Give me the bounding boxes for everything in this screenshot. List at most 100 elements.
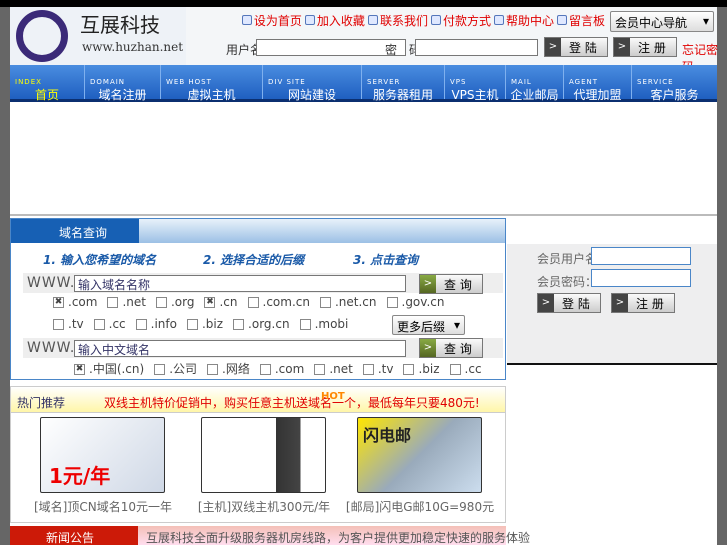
- step-1: 1. 输入您希望的域名: [43, 253, 157, 267]
- login-button[interactable]: > 登 陆: [544, 37, 608, 57]
- nav-service[interactable]: SERVICE 客户服务: [632, 65, 717, 102]
- tld-label: .org.cn: [248, 317, 290, 331]
- arrow-icon: >: [545, 38, 561, 56]
- checkbox[interactable]: [107, 297, 119, 308]
- payment-icon: [430, 15, 441, 25]
- top-link[interactable]: 加入收藏: [304, 12, 365, 29]
- cn-domain-input[interactable]: 输入中文域名: [74, 340, 406, 357]
- checkbox[interactable]: [135, 319, 147, 330]
- contact-icon: [367, 15, 378, 25]
- member-register-button[interactable]: > 注 册: [611, 293, 675, 313]
- promo-image-domain[interactable]: 1元/年: [40, 417, 165, 493]
- checkbox[interactable]: [259, 363, 271, 375]
- member-user-label: 会员用户名: [537, 252, 598, 266]
- checkbox[interactable]: [93, 319, 105, 330]
- checkbox[interactable]: [319, 297, 331, 308]
- promo-image-host[interactable]: [201, 417, 326, 493]
- checkbox[interactable]: [207, 364, 219, 375]
- promo-caption[interactable]: [域名]顶CN域名10元一年: [28, 498, 178, 515]
- main-nav: INDEX 首页 DOMAIN 域名注册 WEB HOST 虚拟主机 DIV SITE…: [10, 65, 717, 102]
- member-pass-input[interactable]: [591, 269, 691, 287]
- tld-checkbox[interactable]: .biz: [186, 317, 229, 331]
- password-input[interactable]: [415, 39, 538, 56]
- checkbox[interactable]: [247, 297, 259, 308]
- checkbox[interactable]: [233, 319, 245, 330]
- arrow-icon: >: [420, 339, 436, 357]
- tld-checkbox[interactable]: .cc: [449, 362, 488, 376]
- top-link[interactable]: 付款方式: [430, 12, 491, 29]
- tld-label: .cc: [108, 317, 126, 331]
- tld-checkbox[interactable]: .cc: [93, 317, 132, 331]
- tld-checkbox[interactable]: .net: [314, 362, 359, 376]
- tld-checkbox[interactable]: .com.cn: [247, 295, 316, 309]
- tld-checkbox[interactable]: .tv: [362, 362, 400, 376]
- promo-caption[interactable]: [邮局]闪电G邮10G=980元: [345, 498, 495, 515]
- nav-index[interactable]: INDEX 首页: [10, 65, 85, 102]
- nav-mail[interactable]: MAIL 企业邮局: [506, 65, 564, 102]
- top-link[interactable]: 帮助中心: [493, 12, 554, 29]
- checkbox[interactable]: [53, 319, 64, 330]
- checkbox[interactable]: [314, 363, 326, 375]
- tld-checkbox[interactable]: .org.cn: [233, 317, 296, 331]
- member-user-input[interactable]: [591, 247, 691, 265]
- promo-headline[interactable]: 双线主机特价促销中，购买任意主机送域名一个，最低每年只要480元!: [104, 394, 480, 411]
- checkbox[interactable]: ✖: [53, 297, 64, 308]
- member-pass-label: 会员密码：: [537, 275, 598, 289]
- tld-checkbox[interactable]: .net: [107, 295, 152, 309]
- nav-div-site[interactable]: DIV SITE 网站建设: [263, 65, 362, 102]
- register-button[interactable]: > 注 册: [613, 37, 677, 57]
- left-gutter: [0, 7, 10, 545]
- help-icon: [493, 15, 504, 25]
- domain-input[interactable]: 输入域名名称: [74, 275, 406, 292]
- site-select[interactable]: 会员中心导航: [610, 11, 714, 32]
- tld-label: .中国(.cn): [89, 362, 145, 376]
- nav-domain[interactable]: DOMAIN 域名注册: [85, 65, 161, 102]
- tld-checkbox[interactable]: .网络: [207, 360, 256, 377]
- top-link[interactable]: 留言板: [556, 12, 605, 29]
- tld-checkbox[interactable]: .gov.cn: [386, 295, 451, 309]
- checkbox[interactable]: [299, 319, 311, 330]
- top-link[interactable]: 联系我们: [367, 12, 428, 29]
- promo-panel: 热门推荐 双线主机特价促销中，购买任意主机送域名一个，最低每年只要480元! H…: [10, 386, 506, 523]
- checkbox[interactable]: [449, 363, 461, 375]
- tld-checkbox[interactable]: .info: [135, 317, 183, 331]
- checkbox[interactable]: [403, 363, 415, 375]
- www-prefix: WWW.: [27, 340, 76, 356]
- tld-label: .com.cn: [262, 295, 310, 309]
- news-text[interactable]: 互展科技全面升级服务器机房线路，为客户提供更加稳定快速的服务体验: [146, 529, 530, 546]
- nav-web-host[interactable]: WEB HOST 虚拟主机: [161, 65, 263, 102]
- promo-image-mail[interactable]: 闪电邮: [357, 417, 482, 493]
- tld-checkbox[interactable]: .公司: [154, 360, 203, 377]
- top-links: 设为首页 加入收藏 联系我们 付款方式 帮助中心 留言板: [241, 12, 605, 29]
- tld-checkbox[interactable]: .net.cn: [319, 295, 383, 309]
- search-button-2[interactable]: > 查 询: [419, 338, 483, 358]
- checkbox[interactable]: [362, 363, 374, 375]
- nav-server[interactable]: SERVER 服务器租用: [362, 65, 445, 102]
- search-button[interactable]: > 查 询: [419, 274, 483, 294]
- member-login-button[interactable]: > 登 陆: [537, 293, 601, 313]
- checkbox[interactable]: [154, 364, 166, 375]
- nav-agent[interactable]: AGENT 代理加盟: [564, 65, 632, 102]
- tld-row-1: ✖ .com .net .org ✖ .cn .com.cn .net.cn .gov.cn: [53, 295, 450, 309]
- tld-checkbox[interactable]: ✖ .cn: [204, 295, 243, 309]
- checkbox[interactable]: [186, 319, 198, 330]
- checkbox[interactable]: [155, 297, 167, 308]
- tld-checkbox[interactable]: .mobi: [299, 317, 355, 331]
- tld-checkbox[interactable]: .biz: [403, 362, 445, 376]
- logo-mark-icon: [16, 10, 68, 62]
- home-icon: [241, 15, 252, 25]
- tld-checkbox[interactable]: .tv: [53, 317, 90, 331]
- checkbox[interactable]: ✖: [204, 297, 216, 308]
- tld-checkbox[interactable]: .org: [155, 295, 201, 309]
- checkbox[interactable]: [386, 297, 398, 308]
- tld-checkbox[interactable]: .com: [259, 362, 310, 376]
- tld-checkbox[interactable]: ✖ .com: [53, 295, 103, 309]
- checkbox[interactable]: ✖: [74, 364, 85, 375]
- promo-caption[interactable]: [主机]双线主机300元/年: [189, 498, 339, 515]
- tld-checkbox[interactable]: ✖ .中国(.cn): [74, 360, 150, 377]
- step-2: 2. 选择合适的后缀: [203, 253, 305, 267]
- more-tld-select[interactable]: 更多后缀: [392, 315, 465, 335]
- username-input[interactable]: [256, 39, 406, 56]
- top-link[interactable]: 设为首页: [241, 12, 302, 29]
- nav-vps[interactable]: VPS VPS主机: [445, 65, 506, 102]
